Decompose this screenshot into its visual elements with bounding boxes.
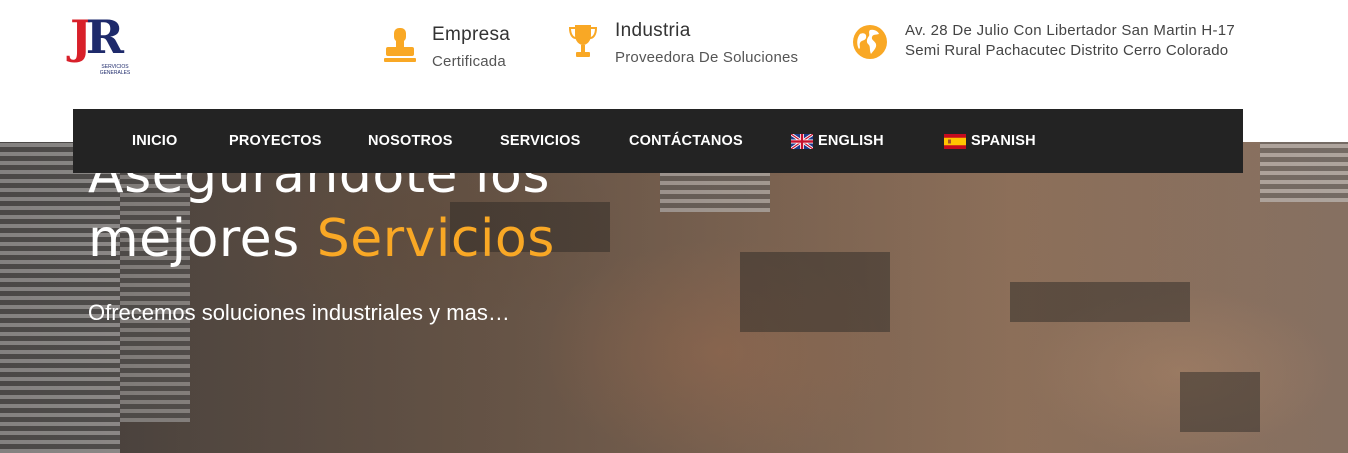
industry-subtitle: Proveedora De Soluciones [615,49,799,66]
trophy-icon [565,20,601,62]
nav-contactanos[interactable]: CONTÁCTANOS [629,109,743,173]
address-info: Av. 28 De Julio Con Libertador San Marti… [852,21,1235,63]
industry-title: Industria [615,20,691,41]
nav-servicios[interactable]: SERVICIOS [500,109,581,173]
uk-flag-icon [791,133,813,149]
industry-info: Industria Proveedora De Soluciones [565,20,798,66]
certified-title: Empresa [432,24,511,45]
stamp-icon [382,24,418,66]
lang-spanish-label: SPANISH [971,133,1036,149]
certified-subtitle: Certificada [432,53,506,70]
certified-info: Empresa Certificada [382,24,510,70]
main-nav: INICIO PROYECTOS NOSOTROS SERVICIOS CONT… [73,109,1243,173]
nav-nosotros[interactable]: NOSOTROS [368,109,453,173]
company-logo[interactable]: JR SERVICIOS GENERALES [70,14,130,84]
logo-letter-r: R [85,10,124,64]
nav-proyectos[interactable]: PROYECTOS [229,109,322,173]
hero-subtitle: Ofrecemos soluciones industriales y mas… [88,300,510,325]
logo-letter-j: J [70,10,92,64]
hero-title-plain: mejores [88,209,317,269]
lang-spanish[interactable]: SPANISH [944,109,1036,173]
lang-english[interactable]: ENGLISH [791,109,884,173]
address-line2: Semi Rural Pachacutec Distrito Cerro Col… [905,42,1229,59]
globe-icon [852,21,888,63]
logo-subtitle: SERVICIOS GENERALES [99,64,131,76]
address-line1: Av. 28 De Julio Con Libertador San Marti… [905,22,1236,39]
hero-title-line2: mejores Servicios [88,207,555,271]
hero-title-accent: Servicios [316,209,555,269]
nav-inicio[interactable]: INICIO [132,109,178,173]
spain-flag-icon [944,133,966,149]
lang-english-label: ENGLISH [818,133,884,149]
